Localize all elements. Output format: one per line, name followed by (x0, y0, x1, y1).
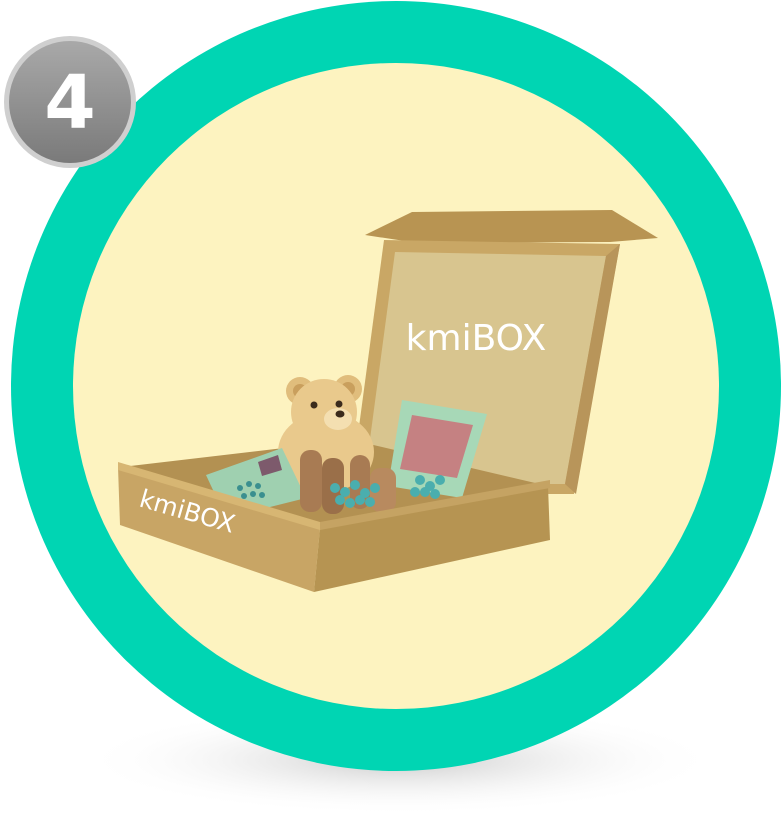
step-number: 4 (44, 60, 96, 146)
step-illustration: 4 kmiBOX kmiBOX (4, 1, 781, 815)
step-badge: 4 (4, 36, 136, 168)
lid-brand-label: kmiBOX (406, 318, 547, 359)
